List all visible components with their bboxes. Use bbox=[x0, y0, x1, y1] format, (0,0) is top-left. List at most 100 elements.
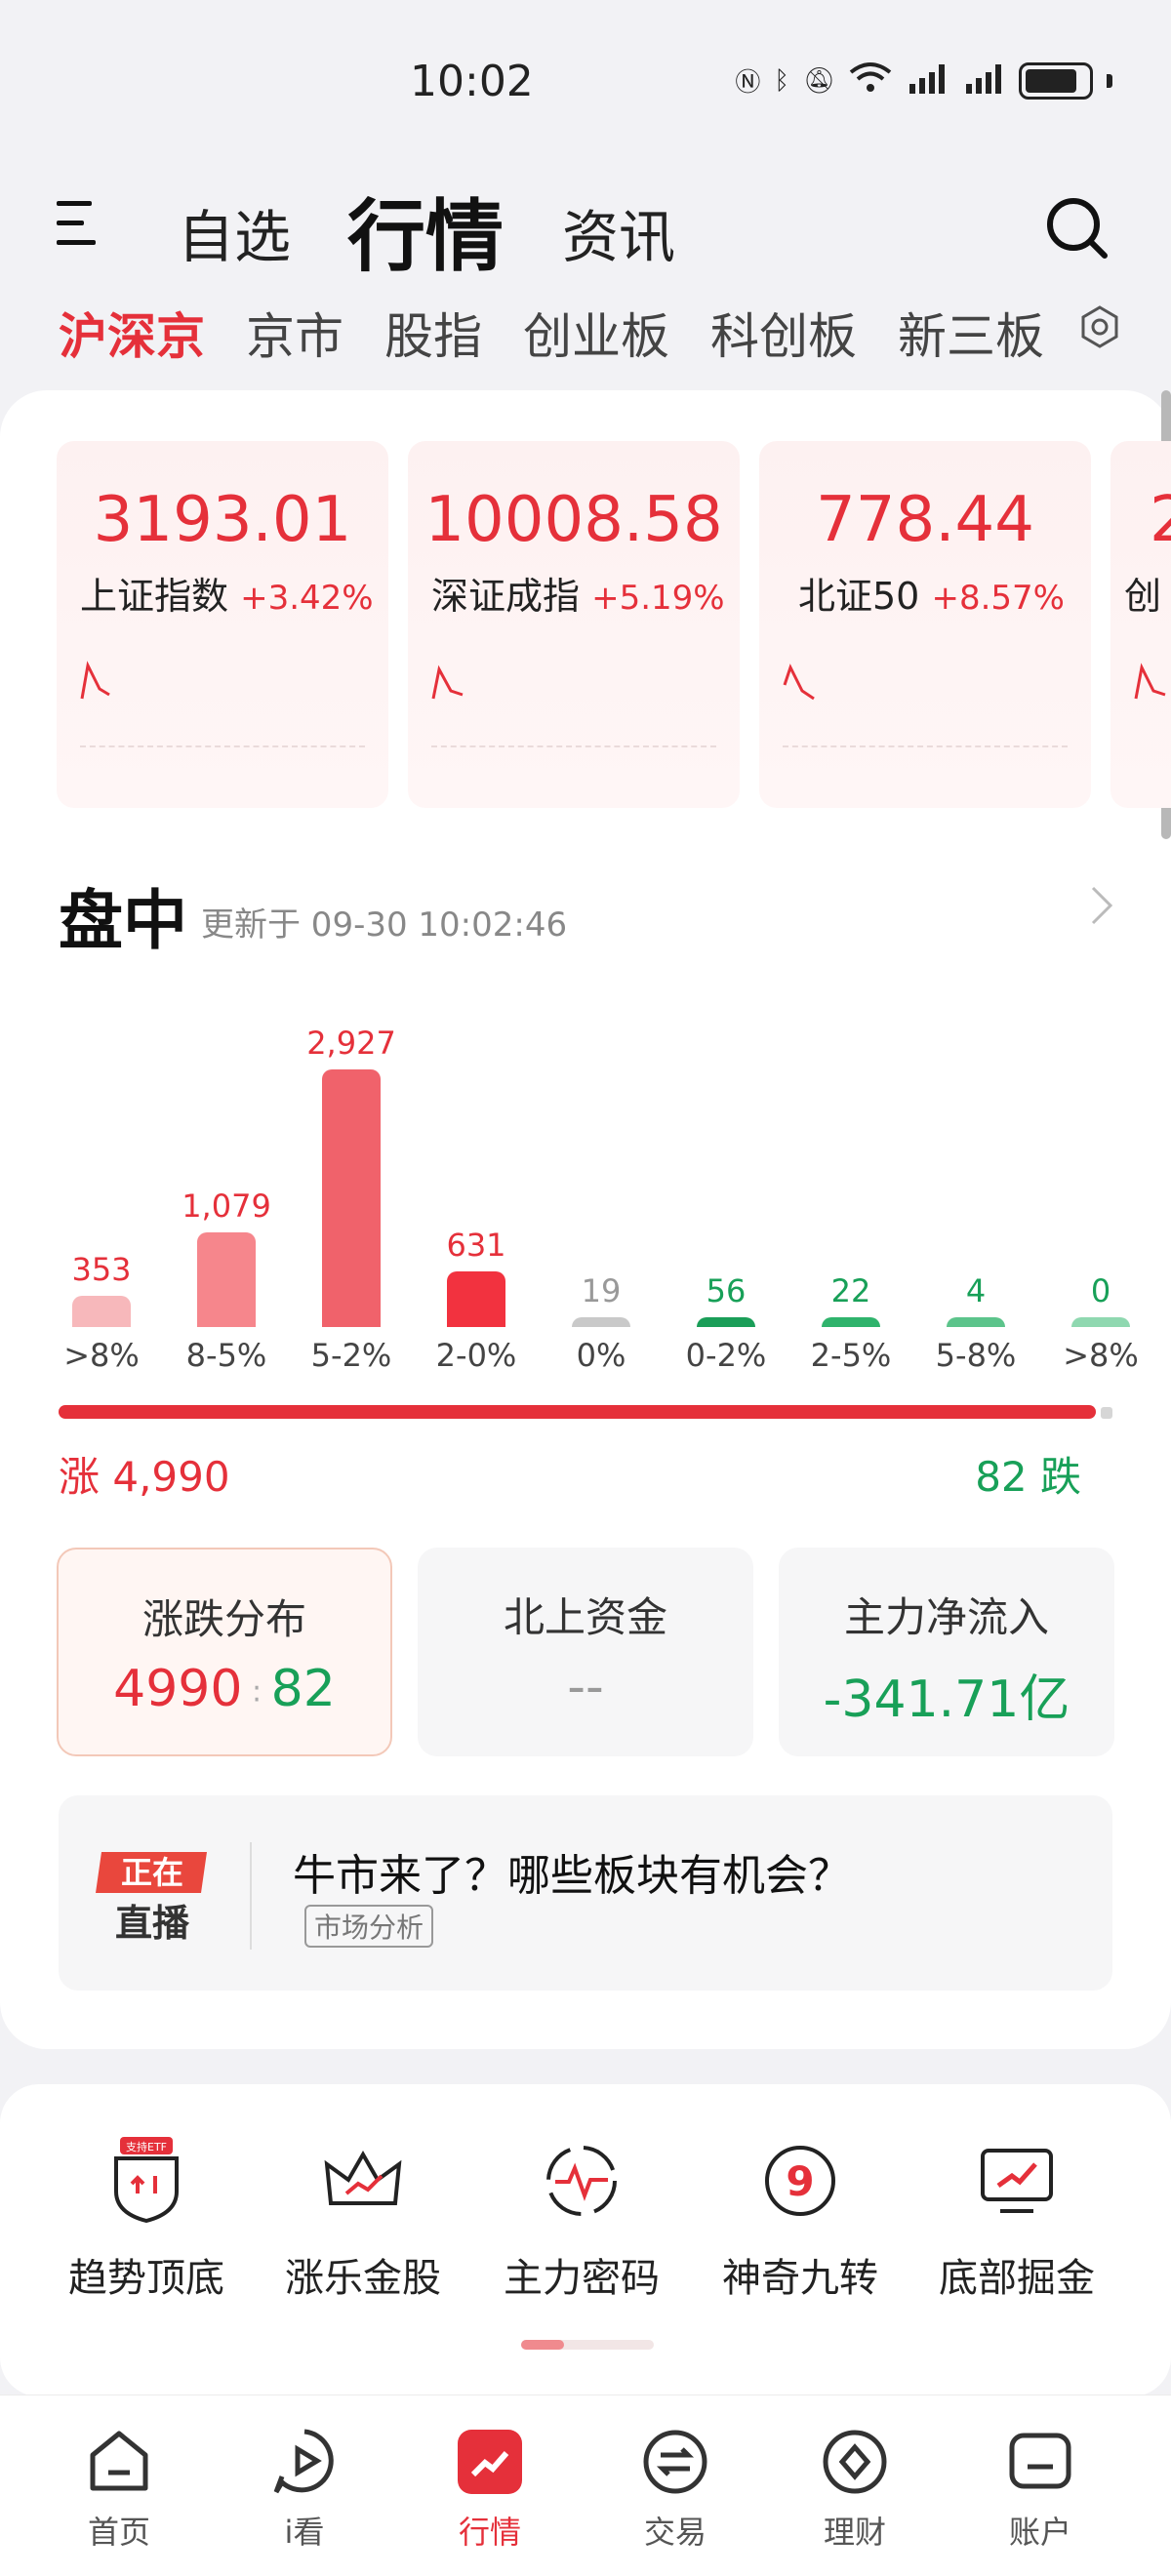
fall-ratio-segment bbox=[1101, 1407, 1112, 1419]
nav-account[interactable]: 账户 bbox=[972, 2426, 1109, 2553]
chart-category-label: 0% bbox=[576, 1337, 626, 1374]
live-logo: 正在 直播 bbox=[96, 1846, 213, 1948]
subtab-hushenjing[interactable]: 沪深京 bbox=[59, 298, 205, 368]
subtab-jingshi[interactable]: 京市 bbox=[246, 298, 343, 368]
index-card-chuangye[interactable]: 2 创 bbox=[1110, 441, 1171, 808]
tool-label: 主力密码 bbox=[504, 2256, 660, 2301]
subtab-guzhi[interactable]: 股指 bbox=[384, 298, 482, 368]
chart-value-label: 353 bbox=[71, 1251, 132, 1289]
market-subtabs: 沪深京 京市 股指 创业板 科创板 新三板 bbox=[59, 298, 1044, 368]
settings-icon[interactable] bbox=[1077, 304, 1122, 349]
live-title: 牛市来了？哪些板块有机会？ bbox=[293, 1851, 851, 1901]
index-change: +8.57% bbox=[931, 579, 1065, 618]
sparkline-baseline bbox=[783, 745, 1068, 747]
nav-label: 账户 bbox=[1008, 2514, 1071, 2551]
tab-market[interactable]: 行情 bbox=[347, 174, 504, 287]
status-time: 10:02 bbox=[410, 57, 534, 106]
sparkline-icon bbox=[431, 664, 464, 700]
stat-title: 北上资金 bbox=[503, 1593, 667, 1641]
chart-value-label: 4 bbox=[965, 1272, 987, 1309]
nav-trade[interactable]: 交易 bbox=[607, 2426, 744, 2553]
nav-market[interactable]: 行情 bbox=[422, 2426, 558, 2553]
stat-fall-value: 82 bbox=[270, 1660, 336, 1718]
tool-badge: 支持ETF bbox=[126, 2140, 167, 2153]
live-banner[interactable]: 正在 直播 牛市来了？哪些板块有机会？ 市场分析 bbox=[59, 1795, 1112, 1991]
exchange-icon bbox=[639, 2426, 711, 2498]
tab-watchlist[interactable]: 自选 bbox=[178, 191, 291, 273]
status-icons: Ⓝ ᛒ 🔕︎ bbox=[735, 60, 1112, 101]
tool-bottom-mining[interactable]: 底部掘金 bbox=[908, 2137, 1126, 2303]
index-card-beizheng50[interactable]: 778.44 北证50 +8.57% bbox=[759, 441, 1091, 808]
nav-home[interactable]: 首页 bbox=[51, 2426, 187, 2553]
chart-category-label: 2-5% bbox=[810, 1337, 892, 1374]
nav-ikan[interactable]: i看 bbox=[236, 2426, 373, 2553]
chart-bar bbox=[447, 1271, 505, 1327]
stat-title: 主力净流入 bbox=[843, 1593, 1049, 1641]
divider bbox=[250, 1842, 252, 1950]
chart-value-label: 19 bbox=[581, 1272, 622, 1309]
index-card-shenzhen[interactable]: 10008.58 深证成指 +5.19% bbox=[408, 441, 740, 808]
stat-card-northbound[interactable]: 北上资金 -- bbox=[418, 1548, 753, 1756]
index-card-shanghai[interactable]: 3193.01 上证指数 +3.42% bbox=[57, 441, 388, 808]
signal-5g-icon bbox=[906, 60, 949, 101]
index-cards-row: 3193.01 上证指数 +3.42% 10008.58 深证成指 +5.19%… bbox=[57, 441, 1171, 808]
pulse-ring-icon bbox=[538, 2137, 626, 2225]
signal-4g-icon bbox=[962, 60, 1005, 101]
chart-category-label: 5-8% bbox=[935, 1337, 1017, 1374]
stat-card-main-inflow[interactable]: 主力净流入 -341.71亿 bbox=[779, 1548, 1114, 1756]
chart-category-label: 8-5% bbox=[185, 1337, 267, 1374]
chart-bar bbox=[322, 1069, 381, 1327]
index-name: 北证50 bbox=[798, 575, 920, 618]
index-value: 10008.58 bbox=[424, 484, 723, 556]
tool-trend-top-bottom[interactable]: 支持ETF 趋势顶底 bbox=[37, 2137, 256, 2303]
menu-button[interactable] bbox=[57, 195, 100, 252]
subtab-kechuangban[interactable]: 科创板 bbox=[710, 298, 857, 368]
rise-fall-distribution-chart[interactable]: 353 >8% 1,079 8-5% 2,927 5-2% 631 2-0% 19 0% 56 0-2… bbox=[39, 1005, 1151, 1386]
tool-label: 趋势顶底 bbox=[68, 2256, 224, 2301]
home-icon bbox=[83, 2426, 155, 2498]
sparkline-icon bbox=[1134, 663, 1166, 700]
nav-wealth[interactable]: 理财 bbox=[787, 2426, 923, 2553]
stat-card-distribution[interactable]: 涨跌分布 4990 : 82 bbox=[57, 1548, 392, 1756]
sparkline-icon bbox=[783, 664, 815, 701]
tool-label: 涨乐金股 bbox=[285, 2256, 441, 2301]
index-value: 2 bbox=[1150, 484, 1171, 556]
rise-count: 涨 4,990 bbox=[59, 1453, 230, 1501]
stat-rise-value: 4990 bbox=[113, 1660, 243, 1718]
chart-category-label: 2-0% bbox=[435, 1337, 517, 1374]
chart-bar bbox=[947, 1317, 1005, 1327]
chevron-right-icon[interactable] bbox=[1087, 884, 1116, 927]
chart-value-label: 631 bbox=[446, 1227, 506, 1265]
nav-label: 理财 bbox=[823, 2514, 886, 2551]
tool-main-force-code[interactable]: 主力密码 bbox=[472, 2137, 691, 2303]
subtab-xinsanban[interactable]: 新三板 bbox=[898, 298, 1044, 368]
update-time: 更新于 09-30 10:02:46 bbox=[201, 906, 568, 945]
chart-bar bbox=[197, 1231, 256, 1327]
battery-tip bbox=[1107, 73, 1112, 88]
svg-text:9: 9 bbox=[786, 2157, 814, 2205]
chart-value-label: 1,079 bbox=[182, 1187, 271, 1225]
stat-value: -- bbox=[567, 1658, 604, 1716]
chart-category-label: 0-2% bbox=[685, 1337, 767, 1374]
chart-bar bbox=[1071, 1317, 1130, 1327]
monitor-chart-icon bbox=[973, 2137, 1061, 2225]
tab-news[interactable]: 资讯 bbox=[562, 191, 675, 273]
nine-icon: 9 bbox=[756, 2137, 844, 2225]
tool-magic-nine[interactable]: 9 神奇九转 bbox=[691, 2137, 909, 2303]
stat-title: 涨跌分布 bbox=[141, 1595, 306, 1643]
search-icon[interactable] bbox=[1044, 195, 1109, 260]
chart-bar bbox=[572, 1317, 630, 1327]
tool-label: 神奇九转 bbox=[722, 2256, 878, 2301]
mute-icon: 🔕︎ bbox=[802, 65, 835, 96]
battery-icon bbox=[1019, 61, 1093, 100]
index-name: 上证指数 bbox=[80, 575, 229, 618]
index-value: 778.44 bbox=[816, 484, 1034, 556]
fall-count: 82 跌 bbox=[975, 1453, 1081, 1501]
tool-gold-stocks[interactable]: 涨乐金股 bbox=[254, 2137, 472, 2303]
live-logo-top: 正在 bbox=[121, 1854, 183, 1891]
index-value: 3193.01 bbox=[93, 484, 352, 556]
index-name: 深证成指 bbox=[431, 575, 581, 618]
wallet-icon bbox=[1004, 2426, 1076, 2498]
rise-fall-ratio-bar bbox=[59, 1405, 1096, 1419]
subtab-chuangyeban[interactable]: 创业板 bbox=[523, 298, 669, 368]
